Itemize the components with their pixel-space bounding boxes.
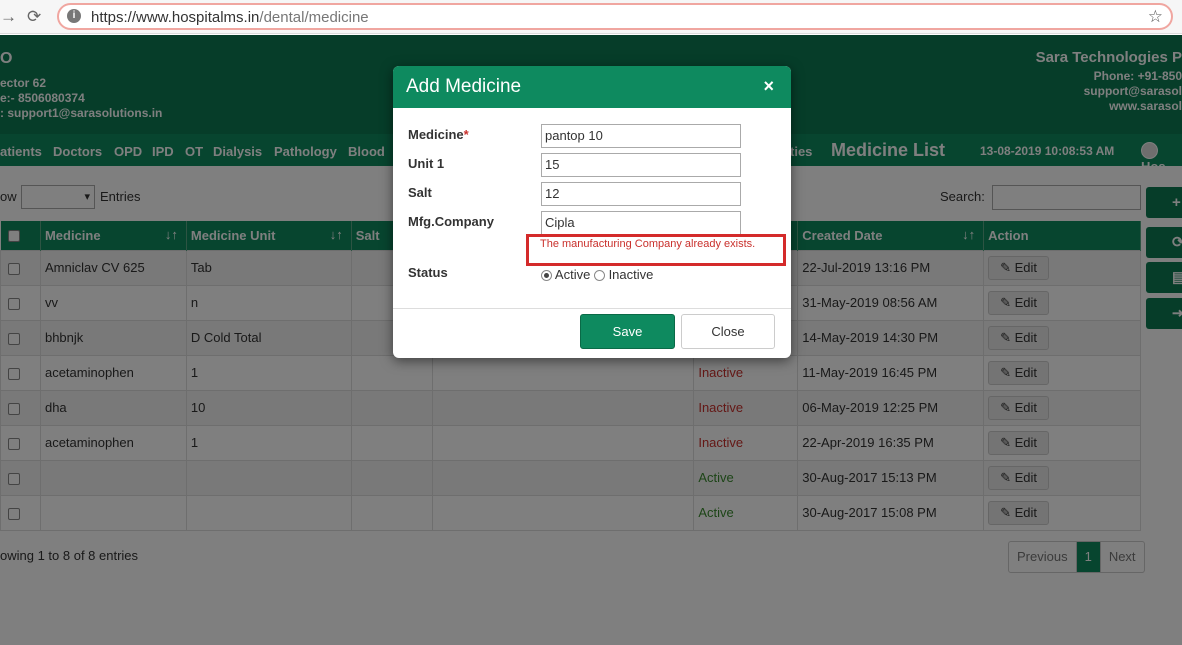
lock-icon: i xyxy=(67,9,81,23)
back-arrow-icon[interactable]: → xyxy=(0,7,17,27)
bookmark-star-icon[interactable]: ☆ xyxy=(1148,7,1163,27)
unit-label: Unit 1 xyxy=(408,156,445,171)
status-label: Status xyxy=(408,265,448,280)
company-input[interactable]: Cipla xyxy=(541,211,741,235)
status-inactive-radio[interactable] xyxy=(593,270,605,282)
medicine-input[interactable]: pantop 10 xyxy=(541,124,741,148)
salt-input[interactable]: 12 xyxy=(541,182,741,206)
unit-input[interactable]: 15 xyxy=(541,153,741,177)
status-active-label: Active xyxy=(554,267,591,282)
save-button[interactable]: Save xyxy=(580,314,675,349)
dialog-header: Add Medicine × xyxy=(393,66,791,108)
url-text: https://www.hospitalms.in/dental/medicin… xyxy=(91,9,369,26)
status-inactive-label: Inactive xyxy=(608,267,654,282)
company-error-message: The manufacturing Company already exists… xyxy=(540,238,756,250)
required-marker: * xyxy=(463,127,469,142)
company-label: Mfg.Company xyxy=(408,214,494,229)
medicine-label: Medicine* xyxy=(408,127,469,142)
dialog-title: Add Medicine xyxy=(406,76,522,97)
salt-label: Salt xyxy=(408,185,432,200)
add-medicine-dialog: Add Medicine × Medicine* pantop 10 Unit … xyxy=(393,66,791,358)
close-icon[interactable]: × xyxy=(763,76,774,97)
status-active-radio[interactable] xyxy=(541,270,552,282)
browser-toolbar: → ⟳ i https://www.hospitalms.in/dental/m… xyxy=(0,0,1182,34)
reload-icon[interactable]: ⟳ xyxy=(27,7,41,27)
status-radio-group: Active Inactive xyxy=(541,267,653,282)
close-button[interactable]: Close xyxy=(681,314,775,349)
address-bar[interactable]: i https://www.hospitalms.in/dental/medic… xyxy=(57,3,1173,30)
